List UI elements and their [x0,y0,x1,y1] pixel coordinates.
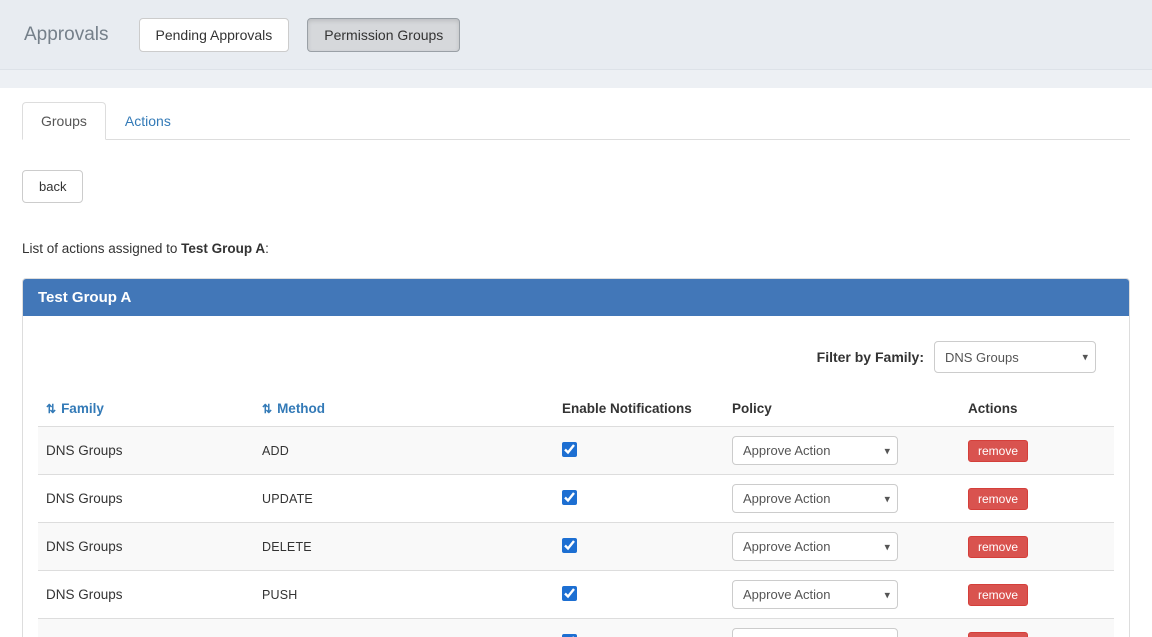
policy-dropdown-wrap: Approve Action [732,580,898,609]
family-cell: DNS Groups [46,491,123,506]
family-cell: DNS Groups [38,619,254,637]
description-group-name: Test Group A [181,241,266,256]
remove-button[interactable]: remove [968,487,1029,510]
table-row: DNS Groups ADD Approve Action remove [38,426,1114,475]
panel-body: Filter by Family: DNS Groups ⇅Family ⇅Me… [23,316,1129,637]
policy-dropdown-wrap: Approve Action [732,484,898,513]
filter-by-family-label: Filter by Family: [816,349,924,365]
policy-dropdown[interactable]: Approve Action [732,436,898,465]
policy-dropdown-wrap: Approve Action [732,532,898,561]
tab-actions[interactable]: Actions [106,102,190,140]
panel-title: Test Group A [23,279,1129,316]
description-prefix: List of actions assigned to [22,241,182,256]
policy-dropdown[interactable]: Approve Action [732,484,898,513]
enable-notifications-checkbox[interactable] [562,633,577,637]
table-row: DNS Groups PUSH Approve Action remove [38,570,1114,619]
remove-button[interactable]: remove [968,535,1029,558]
remove-button[interactable]: remove [968,583,1029,606]
policy-dropdown[interactable]: Approve Action [732,628,898,637]
remove-button[interactable]: remove [968,631,1029,637]
method-cell: BULKMOVEZONES [254,619,554,637]
column-header-family[interactable]: ⇅ Family [38,391,254,427]
sort-icon[interactable]: ⇅ [262,402,272,416]
family-filter-dropdown[interactable]: DNS Groups [934,341,1096,373]
table-row: DNS Groups BULKMOVEZONES Approve Action … [38,618,1114,637]
pending-approvals-button[interactable]: Pending Approvals [138,17,290,52]
tab-groups[interactable]: Groups [22,102,106,140]
family-cell: DNS Groups [46,539,123,554]
group-panel: Test Group A Filter by Family: DNS Group… [22,278,1130,637]
method-cell: DELETE [262,539,312,554]
family-cell: DNS Groups [46,587,123,602]
family-cell: DNS Groups [46,443,123,458]
method-cell: PUSH [262,587,298,602]
back-button[interactable]: back [22,170,84,203]
column-header-actions: Actions [968,401,1018,416]
method-cell: UPDATE [262,491,313,506]
tab-bar: Groups Actions [22,102,1130,140]
main-content: Groups Actions back List of actions assi… [0,88,1152,637]
assigned-actions-description: List of actions assigned to Test Group A… [22,241,1130,256]
page-title: Approvals [24,23,109,45]
method-cell: ADD [262,443,289,458]
permission-groups-button[interactable]: Permission Groups [307,17,461,52]
column-header-enable-notifications: Enable Notifications [562,401,692,416]
column-header-method[interactable]: ⇅ Method [254,391,554,427]
column-header-policy: Policy [732,401,772,416]
policy-dropdown-wrap: Approve Action [732,628,898,637]
remove-button[interactable]: remove [968,439,1029,462]
enable-notifications-checkbox[interactable] [562,585,577,601]
enable-notifications-checkbox[interactable] [562,537,577,553]
filter-row: Filter by Family: DNS Groups [38,331,1114,391]
table-row: DNS Groups DELETE Approve Action remove [38,522,1114,571]
policy-dropdown-wrap: Approve Action [732,436,898,465]
table-header-row: ⇅ Family ⇅ Method Enable Notifications Pol… [38,391,1114,427]
policy-dropdown[interactable]: Approve Action [732,532,898,561]
sort-icon[interactable]: ⇅ [46,402,56,416]
top-header-bar: Approvals Pending Approvals Permission G… [0,0,1152,70]
table-row: DNS Groups UPDATE Approve Action remove [38,474,1114,523]
enable-notifications-checkbox[interactable] [562,441,577,457]
actions-table: ⇅ Family ⇅ Method Enable Notifications Pol… [38,391,1114,637]
enable-notifications-checkbox[interactable] [562,489,577,505]
family-filter-dropdown-wrap: DNS Groups [934,341,1096,373]
policy-dropdown[interactable]: Approve Action [732,580,898,609]
description-suffix: : [265,241,269,256]
